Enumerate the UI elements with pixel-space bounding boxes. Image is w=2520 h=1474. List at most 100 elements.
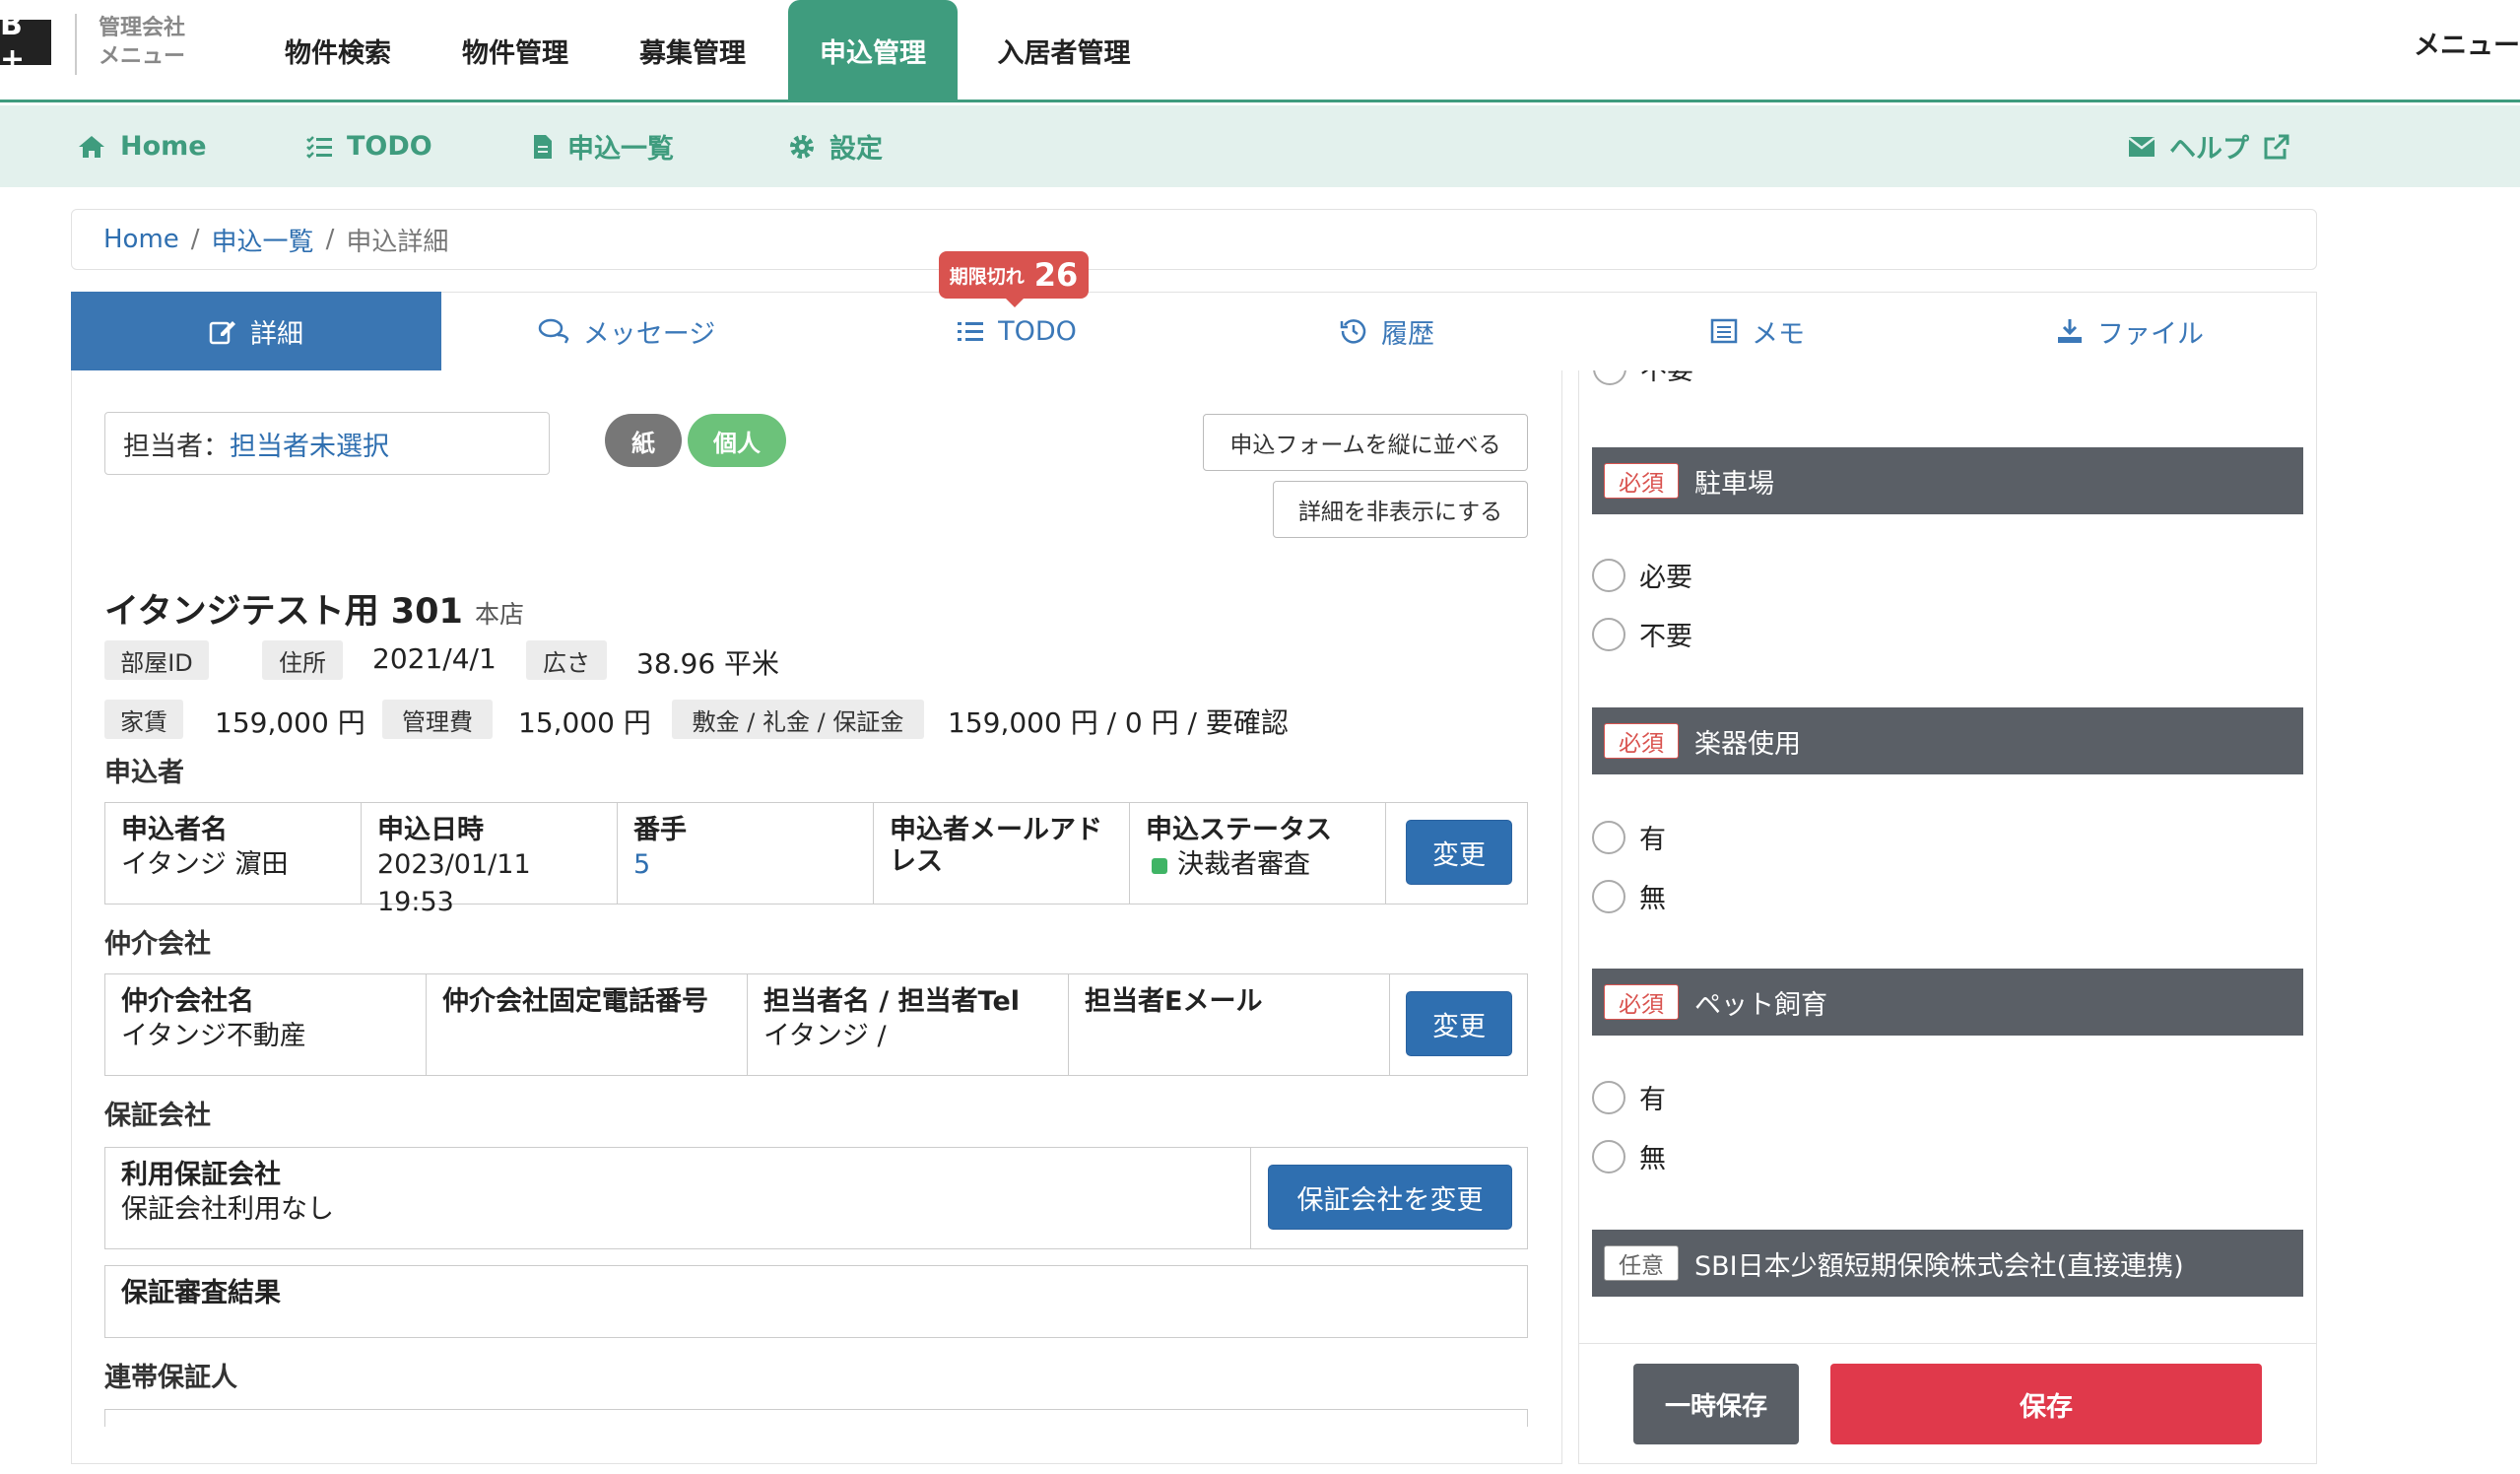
radio-label: 無 xyxy=(1639,1144,1666,1174)
broker-contact-cell: 担当者名 / 担当者Tel イタンジ / xyxy=(748,974,1069,1075)
question-header-insurance: 任意 SBI日本少額短期保険株式会社(直接連携) xyxy=(1592,1230,2303,1297)
broker-change-button[interactable]: 変更 xyxy=(1406,991,1512,1056)
nav-recruitment[interactable]: 募集管理 xyxy=(619,0,766,100)
tab-file[interactable]: ファイル xyxy=(1943,292,2317,370)
joint-guarantor-section-title: 連帯保証人 xyxy=(104,1363,237,1393)
guarantor-company-header: 利用保証会社 xyxy=(121,1160,281,1190)
overdue-label: 期限切れ xyxy=(949,265,1025,288)
radio-circle xyxy=(1593,370,1626,385)
question-header-pet: 必須 ペット飼育 xyxy=(1592,969,2303,1036)
nav-property-search[interactable]: 物件検索 xyxy=(264,0,412,100)
radio-instrument-no[interactable]: 無 xyxy=(1592,877,1666,915)
guarantor-section-title: 保証会社 xyxy=(104,1101,211,1131)
address-label: 住所 xyxy=(262,640,343,680)
joint-guarantor-table xyxy=(104,1409,1528,1427)
applicant-name-value: イタンジ 濵田 xyxy=(121,849,289,880)
save-button[interactable]: 保存 xyxy=(1830,1364,2262,1444)
applicant-name-cell: 申込者名 イタンジ 濵田 xyxy=(105,803,362,904)
required-badge: 必須 xyxy=(1604,984,1679,1020)
deposit-label: 敷金 / 礼金 / 保証金 xyxy=(672,700,924,739)
guarantor-result-table: 保証審査結果 xyxy=(104,1265,1528,1338)
tab-message-label: メッセージ xyxy=(582,318,716,350)
guarantor-table: 利用保証会社 保証会社利用なし 保証会社を変更 xyxy=(104,1147,1528,1249)
tab-detail[interactable]: 詳細 xyxy=(71,292,441,370)
broker-contact-value: イタンジ / xyxy=(763,1021,887,1051)
applicant-status-cell: 申込ステータス 決裁者審査 xyxy=(1130,803,1386,904)
breadcrumb-current: 申込詳細 xyxy=(346,227,449,257)
radio-instrument-yes[interactable]: 有 xyxy=(1592,818,1666,856)
applicant-number-header: 番手 xyxy=(633,815,687,845)
property-branch: 本店 xyxy=(475,600,525,629)
radio-circle xyxy=(1592,820,1625,854)
parking-prev-option[interactable]: 不要 xyxy=(1593,370,1693,387)
applicant-table: 申込者名 イタンジ 濵田 申込日時 2023/01/11 19:53 番手 5 … xyxy=(104,802,1528,917)
assignee-select[interactable]: 担当者： 担当者未選択 xyxy=(104,412,550,475)
breadcrumb: Home / 申込一覧 / 申込詳細 xyxy=(71,209,2317,270)
tab-todo-label: TODO xyxy=(998,315,1077,347)
radio-parking-not-needed[interactable]: 不要 xyxy=(1592,615,1692,653)
subnav-todo[interactable]: TODO xyxy=(305,105,432,187)
broker-email-cell: 担当者Eメール xyxy=(1069,974,1390,1075)
deposit-value: 159,000 円 / 0 円 / 要確認 xyxy=(948,706,1289,739)
broker-contact-header: 担当者名 / 担当者Tel xyxy=(763,986,1021,1017)
subnav-settings[interactable]: 設定 xyxy=(788,105,883,187)
tab-history-label: 履歴 xyxy=(1381,318,1434,350)
tab-memo-label: メモ xyxy=(1752,318,1805,350)
broker-section-title: 仲介会社 xyxy=(104,929,211,960)
nav-residents[interactable]: 入居者管理 xyxy=(985,0,1143,100)
company-menu-link[interactable]: 管理会社 メニュー xyxy=(99,14,217,71)
question-title: SBI日本少額短期保険株式会社(直接連携) xyxy=(1694,1250,2184,1282)
app-logo[interactable]: B + xyxy=(0,8,51,77)
optional-badge: 任意 xyxy=(1604,1245,1679,1281)
applicant-status-value: 決裁者審査 xyxy=(1177,849,1310,880)
broker-name-cell: 仲介会社名 イタンジ不動産 xyxy=(105,974,427,1075)
hide-details-button[interactable]: 詳細を非表示にする xyxy=(1273,481,1528,538)
edit-icon xyxy=(209,317,236,345)
question-title: ペット飼育 xyxy=(1694,989,1827,1021)
subnav-help-label: ヘルプ xyxy=(2169,134,2249,165)
home-icon xyxy=(77,134,106,160)
arrange-vertical-button[interactable]: 申込フォームを縦に並べる xyxy=(1203,414,1528,471)
nav-applications[interactable]: 申込管理 xyxy=(788,0,958,100)
tab-memo[interactable]: メモ xyxy=(1572,292,1943,370)
menu-button[interactable]: メニュー xyxy=(2414,24,2520,62)
overdue-badge: 期限切れ 26 xyxy=(939,251,1089,299)
applicant-email-cell: 申込者メールアドレス xyxy=(874,803,1130,904)
gear-icon xyxy=(788,133,816,161)
applicant-section-title: 申込者 xyxy=(104,758,184,788)
applicant-number-value[interactable]: 5 xyxy=(633,846,857,884)
applicant-date-value: 2023/01/11 19:53 xyxy=(377,849,531,917)
question-header-parking: 必須 駐車場 xyxy=(1592,447,2303,514)
applicant-change-button[interactable]: 変更 xyxy=(1406,820,1512,885)
external-link-icon xyxy=(2263,133,2290,161)
property-title: イタンジテスト用 301 本店 xyxy=(104,583,524,634)
applicant-status-header: 申込ステータス xyxy=(1146,815,1332,845)
radio-pet-yes[interactable]: 有 xyxy=(1592,1078,1666,1116)
property-date: 2021/4/1 xyxy=(372,642,497,675)
question-title: 駐車場 xyxy=(1694,468,1774,500)
radio-label: 不要 xyxy=(1639,622,1692,652)
temp-save-button[interactable]: 一時保存 xyxy=(1633,1364,1799,1444)
required-badge: 必須 xyxy=(1604,463,1679,499)
question-title: 楽器使用 xyxy=(1694,728,1801,760)
guarantor-result-header: 保証審査結果 xyxy=(121,1278,281,1308)
nav-property-management[interactable]: 物件管理 xyxy=(441,0,589,100)
radio-circle xyxy=(1592,879,1625,913)
radio-parking-needed[interactable]: 必要 xyxy=(1592,556,1692,594)
room-id-label: 部屋ID xyxy=(104,640,209,680)
breadcrumb-home[interactable]: Home xyxy=(103,225,179,254)
tab-history[interactable]: 履歴 xyxy=(1202,292,1572,370)
guarantor-company-value: 保証会社利用なし xyxy=(121,1194,334,1225)
subnav-help[interactable]: ヘルプ xyxy=(2128,105,2290,187)
subnav-applications[interactable]: 申込一覧 xyxy=(532,105,674,187)
history-icon xyxy=(1340,317,1367,345)
tab-message[interactable]: メッセージ xyxy=(441,292,812,370)
subnav-home[interactable]: Home xyxy=(77,105,207,187)
radio-pet-no[interactable]: 無 xyxy=(1592,1137,1666,1175)
status-dot-icon xyxy=(1152,857,1167,874)
breadcrumb-application-list[interactable]: 申込一覧 xyxy=(212,222,314,258)
document-icon xyxy=(532,133,554,161)
mgmt-fee-value: 15,000 円 xyxy=(518,706,651,739)
comments-icon xyxy=(538,317,569,345)
change-guarantor-button[interactable]: 保証会社を変更 xyxy=(1268,1165,1512,1230)
